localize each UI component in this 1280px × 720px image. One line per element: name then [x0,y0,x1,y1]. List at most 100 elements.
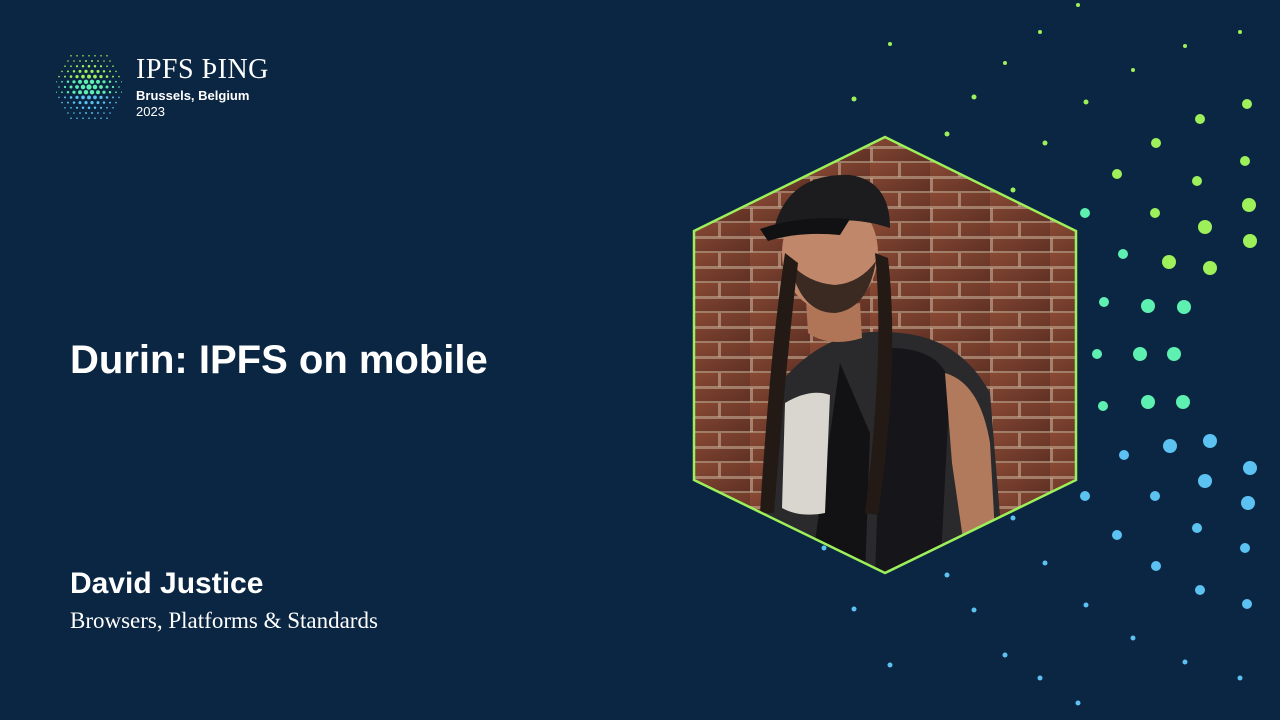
logo-dot [88,55,90,57]
logo-dot [79,60,81,62]
logo-dot [78,69,82,73]
logo-dot [89,89,95,95]
logo-dot [96,101,100,105]
logo-dot [90,69,94,74]
event-location: Brussels, Belgium [136,88,250,103]
logo-dot [76,117,78,119]
logo-dot [100,117,102,119]
logo-dot [64,65,66,67]
decorative-dot [1037,675,1043,681]
event-year: 2023 [136,104,165,119]
logo-dot [108,90,112,94]
decorative-dot [1203,434,1217,448]
logo-dot [61,70,63,73]
logo-dot [106,55,108,57]
decorative-dot [1151,138,1161,148]
logo-dot [64,75,66,78]
logo-dot [70,106,72,109]
logo-dot [87,64,91,68]
decorative-dot [1083,602,1089,608]
logo-dot [115,91,117,94]
logo-dot [67,112,69,114]
logo-dot [85,112,87,114]
decorative-dot [851,96,857,102]
decorative-dot [1241,496,1255,510]
logo-dot [75,74,79,79]
logo-dot [56,91,57,93]
logo-dot [94,55,96,57]
logo-dot [109,70,111,73]
decorative-dot [1083,99,1089,105]
event-logo: IPFS ÞING Brussels, Belgium 2023 [56,50,316,130]
logo-dot [85,60,87,62]
decorative-dot [1099,297,1109,307]
logo-dot [100,55,102,57]
decorative-dot [971,94,977,100]
decorative-dot [1130,635,1136,641]
logo-dot [58,86,60,88]
logo-dot [75,85,79,89]
logo-dot [112,96,114,99]
decorative-dot [887,662,893,668]
logo-dot [79,112,81,114]
logo-dot [89,79,95,85]
decorative-dot [1080,208,1090,218]
logo-dot [69,96,73,99]
decorative-dot [1243,234,1257,248]
speaker-track: Browsers, Platforms & Standards [70,608,378,633]
decorative-dot [1243,461,1257,475]
decorative-dot [1150,208,1160,218]
logo-dot [102,80,106,84]
decorative-dot [1112,530,1122,540]
logo-dot [72,80,76,84]
logo-dot [61,101,63,104]
logo-dot [121,91,122,93]
logo-dot [94,117,96,119]
logo-dot [56,81,57,83]
logo-dot [88,117,90,119]
logo-dot [87,95,91,100]
logo-dot [111,85,115,89]
logo-dot [99,95,103,100]
logo-dot [97,60,99,62]
logo-dot [84,100,88,105]
decorative-dot [1151,561,1161,571]
logo-dot [80,84,86,90]
decorative-dot [1038,30,1042,34]
logo-dot [102,70,106,73]
decorative-dot [1240,543,1250,553]
logo-dot [112,65,114,67]
logo-dot [103,60,105,62]
logo-dot [115,101,117,104]
logo-dot [72,101,76,104]
logo-dot [96,79,100,84]
logo-dot [87,74,91,79]
logo-dot [99,106,103,109]
logo-dot [105,75,109,78]
logo-dot [63,85,67,89]
logo-dot [72,90,76,94]
logo-dot [84,69,88,74]
decorative-dot [1242,599,1252,609]
decorative-dot [1203,261,1217,275]
logo-dot [115,80,117,83]
decorative-dot [1195,114,1205,124]
logo-dot [75,95,79,100]
logo-dot [109,101,111,104]
decorative-dot [1112,169,1122,179]
logo-dot [92,84,98,90]
logo-dot [106,106,108,109]
decorative-dot [1242,99,1252,109]
decorative-dot [1118,249,1128,259]
logo-dot [64,96,66,99]
logo-dot [58,75,60,78]
logo-dot [61,80,63,83]
speaker-name: David Justice [70,567,264,600]
logo-dot [91,112,93,114]
logo-dot [87,106,91,110]
logo-dot [106,65,108,68]
logo-dot [118,86,120,88]
logo-dot [102,90,106,94]
logo-dot [96,90,100,95]
decorative-dot [1238,30,1242,34]
